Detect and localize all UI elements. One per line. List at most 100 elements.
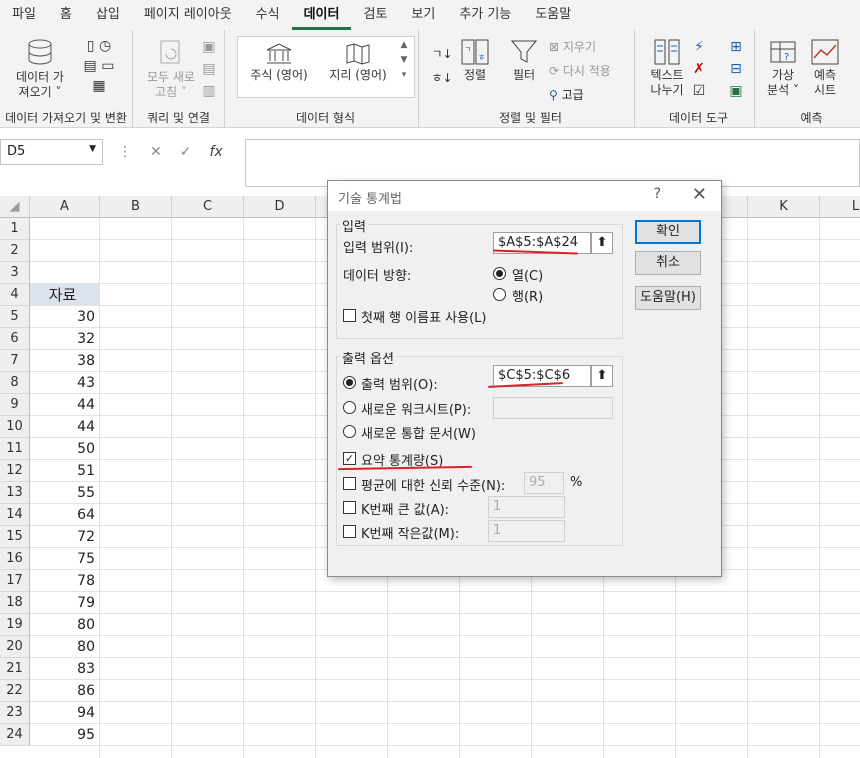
row-header[interactable]: 16 (0, 548, 30, 570)
column-header[interactable]: C (172, 196, 244, 218)
row-header[interactable]: 15 (0, 526, 30, 548)
collapse-dialog-icon[interactable]: ⬆ (591, 365, 613, 387)
row-header[interactable]: 9 (0, 394, 30, 416)
cell-a[interactable]: 75 (30, 548, 100, 570)
what-if-button[interactable]: ? 가상 분석 ˅ (763, 38, 803, 98)
column-header[interactable]: K (748, 196, 820, 218)
confirm-edit-icon[interactable]: ✓ (180, 144, 192, 160)
new-workbook-radio[interactable] (343, 425, 356, 438)
help-button[interactable]: 도움말(H) (635, 286, 701, 310)
row-header[interactable]: 10 (0, 416, 30, 438)
row-header[interactable]: 2 (0, 240, 30, 262)
forecast-sheet-button[interactable]: 예측 시트 (807, 38, 843, 98)
row-header[interactable]: 19 (0, 614, 30, 636)
row-header[interactable]: 11 (0, 438, 30, 460)
output-range-radio[interactable] (343, 376, 356, 389)
geography-button[interactable]: 지리 (영어) (321, 42, 395, 83)
cell-a[interactable] (30, 240, 100, 262)
cell-a[interactable]: 55 (30, 482, 100, 504)
summary-stats-checkbox[interactable]: ✓ (343, 452, 356, 465)
cell-a[interactable]: 83 (30, 658, 100, 680)
sort-button[interactable]: ㄱㅎ 정렬 (457, 38, 493, 83)
sort-az-buttons[interactable]: ㄱ↓ ㅎ↓ (431, 42, 453, 90)
cell-a[interactable]: 51 (30, 460, 100, 482)
text-to-columns-button[interactable]: 텍스트 나누기 (645, 38, 689, 98)
cell-a[interactable]: 64 (30, 504, 100, 526)
cell-a[interactable]: 44 (30, 394, 100, 416)
tab-home[interactable]: 홈 (48, 0, 84, 30)
row-header[interactable]: 22 (0, 680, 30, 702)
insert-function-button[interactable]: fx (209, 144, 222, 160)
select-all-corner[interactable]: ◢ (0, 196, 30, 218)
help-icon[interactable]: ? (654, 186, 661, 202)
column-header[interactable]: A (30, 196, 100, 218)
cell-a[interactable]: 44 (30, 416, 100, 438)
row-header[interactable]: 6 (0, 328, 30, 350)
row-header[interactable]: 7 (0, 350, 30, 372)
row-header[interactable]: 13 (0, 482, 30, 504)
tab-formulas[interactable]: 수식 (244, 0, 292, 30)
collapse-dialog-icon[interactable]: ⬆ (591, 232, 613, 254)
tab-page-layout[interactable]: 페이지 레이아웃 (132, 0, 244, 30)
column-header[interactable]: L (820, 196, 860, 218)
tab-insert[interactable]: 삽입 (84, 0, 132, 30)
kth-smallest-field[interactable]: 1 (488, 520, 565, 542)
cell-a[interactable]: 자료 (30, 284, 100, 306)
cell-a[interactable]: 72 (30, 526, 100, 548)
row-header[interactable]: 4 (0, 284, 30, 306)
cell-a[interactable]: 32 (30, 328, 100, 350)
row-header[interactable]: 8 (0, 372, 30, 394)
row-header[interactable]: 1 (0, 218, 30, 240)
labels-first-row-checkbox[interactable] (343, 309, 356, 322)
cell-a[interactable]: 86 (30, 680, 100, 702)
get-data-button[interactable]: 데이터 가 져오기 ˅ (10, 38, 70, 100)
data-tool-icons[interactable]: ⚡ ✗ ☑ (689, 36, 709, 102)
row-header[interactable]: 21 (0, 658, 30, 680)
column-header[interactable]: B (100, 196, 172, 218)
kth-largest-checkbox[interactable] (343, 501, 356, 514)
cell-a[interactable]: 30 (30, 306, 100, 328)
row-header[interactable]: 24 (0, 724, 30, 746)
refresh-all-button[interactable]: 모두 새로 고침 ˅ (141, 38, 201, 100)
column-header[interactable]: D (244, 196, 316, 218)
cell-a[interactable]: 94 (30, 702, 100, 724)
stocks-button[interactable]: 주식 (영어) (239, 42, 319, 83)
close-icon[interactable]: ✕ (692, 184, 707, 205)
cell-a[interactable]: 78 (30, 570, 100, 592)
cell-a[interactable]: 80 (30, 636, 100, 658)
row-header[interactable]: 5 (0, 306, 30, 328)
cell-a[interactable]: 38 (30, 350, 100, 372)
advanced-filter-button[interactable]: ⚲ 고급 (549, 86, 584, 103)
rows-radio[interactable] (493, 288, 506, 301)
row-header[interactable]: 3 (0, 262, 30, 284)
tab-file[interactable]: 파일 (0, 0, 48, 30)
ok-button[interactable]: 확인 (635, 220, 701, 244)
filter-button[interactable]: 필터 (507, 38, 541, 83)
confidence-level-checkbox[interactable] (343, 477, 356, 490)
kth-smallest-checkbox[interactable] (343, 525, 356, 538)
row-header[interactable]: 20 (0, 636, 30, 658)
cell-a[interactable]: 80 (30, 614, 100, 636)
cell-a[interactable]: 43 (30, 372, 100, 394)
cell-a[interactable] (30, 218, 100, 240)
row-header[interactable]: 23 (0, 702, 30, 724)
new-worksheet-radio[interactable] (343, 401, 356, 414)
data-source-icons[interactable]: ▯ ◷ ▤ ▭ ▦ (74, 36, 124, 96)
tab-view[interactable]: 보기 (399, 0, 447, 30)
cell-a[interactable]: 79 (30, 592, 100, 614)
new-worksheet-field[interactable] (493, 397, 613, 419)
confidence-level-field[interactable]: 95 (524, 472, 564, 494)
tab-data[interactable]: 데이터 (291, 0, 352, 30)
tab-add-ins[interactable]: 추가 기능 (447, 0, 523, 30)
cancel-edit-icon[interactable]: ✕ (150, 144, 162, 160)
kth-largest-field[interactable]: 1 (488, 496, 565, 518)
columns-radio[interactable] (493, 267, 506, 280)
row-header[interactable]: 17 (0, 570, 30, 592)
row-header[interactable]: 18 (0, 592, 30, 614)
cell-a[interactable]: 50 (30, 438, 100, 460)
tab-review[interactable]: 검토 (351, 0, 399, 30)
row-header[interactable]: 14 (0, 504, 30, 526)
gallery-scroll[interactable]: ▲ ▼ ▾ (397, 38, 411, 83)
query-icons[interactable]: ▣ ▤ ▥ (199, 36, 219, 102)
cancel-button[interactable]: 취소 (635, 251, 701, 275)
